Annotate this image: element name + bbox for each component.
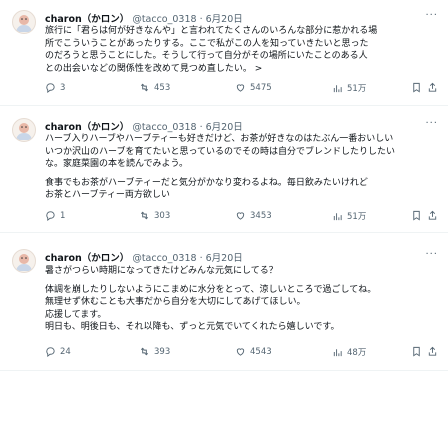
tweet-date[interactable]: 6月20日 bbox=[206, 14, 243, 25]
views-button[interactable]: 51万 bbox=[332, 82, 366, 94]
tweet-line: ハーブ入りハーブやハーブティーも好きだけど、お茶が好きなのはたぶん一番おいしい bbox=[45, 134, 394, 144]
views-count: 51万 bbox=[347, 212, 367, 222]
share-icon bbox=[428, 210, 437, 220]
retweet-icon bbox=[140, 211, 149, 220]
retweet-count: 453 bbox=[154, 82, 171, 93]
reply-button[interactable]: 24 bbox=[45, 346, 71, 357]
retweet-button[interactable]: 303 bbox=[139, 210, 170, 221]
tweet-date[interactable]: 6月20日 bbox=[206, 253, 243, 264]
tweet-header: charon（かロン） @tacco_0318 · 6月20日 bbox=[45, 250, 243, 264]
views-icon bbox=[333, 348, 342, 356]
share-icon bbox=[428, 346, 437, 356]
reply-button[interactable]: 1 bbox=[45, 210, 65, 221]
avatar[interactable] bbox=[12, 118, 36, 142]
views-count: 48万 bbox=[347, 348, 367, 358]
share-button[interactable] bbox=[427, 346, 438, 357]
tweet-line: 無理せず休むことも大事だから自分を大切にしてあげてほしい。 bbox=[45, 297, 306, 308]
tweet-line: お茶とハーブティー両方欲しい bbox=[45, 190, 170, 201]
tweet-text: ハーブ入りハーブやハーブティーも好きだけど、お茶が好きなのはたぶん一番おいしい … bbox=[45, 133, 437, 202]
tweet-text: 旅行に「君らは何が好きなんや」と言われてたくさんのいろんな部分に惹かれる場 所で… bbox=[45, 25, 437, 75]
separator-dot: · bbox=[199, 122, 203, 133]
bookmark-icon bbox=[413, 82, 420, 93]
user-handle[interactable]: @tacco_0318 bbox=[132, 253, 196, 264]
tweet-line: 所でこういうことがあったりする。ここで私がこの人を知っていきたいと思った bbox=[45, 38, 369, 49]
tweet-header: charon（かロン） @tacco_0318 · 6月20日 bbox=[45, 11, 243, 25]
views-button[interactable]: 48万 bbox=[332, 346, 366, 358]
avatar-icon bbox=[16, 15, 32, 32]
more-options-button[interactable]: ··· bbox=[425, 118, 438, 129]
reply-count: 3 bbox=[60, 82, 66, 93]
retweet-icon bbox=[140, 83, 149, 92]
tweet-line: な。家庭菜園の本を読んでみよう。 bbox=[45, 159, 189, 170]
like-count: 5475 bbox=[250, 82, 272, 93]
tweet-line: 旅行に「君らは何が好きなんや」と言われてたくさんのいろんな部分に惹かれる場 bbox=[45, 26, 378, 36]
like-count: 4543 bbox=[250, 346, 272, 357]
bookmark-icon bbox=[413, 346, 420, 357]
bookmark-button[interactable] bbox=[411, 210, 422, 221]
display-name[interactable]: charon（かロン） bbox=[45, 122, 129, 133]
retweet-count: 303 bbox=[154, 210, 171, 221]
avatar-icon bbox=[16, 123, 32, 140]
retweet-count: 393 bbox=[154, 346, 171, 357]
user-handle[interactable]: @tacco_0318 bbox=[132, 14, 196, 25]
tweet-line: との出会いなどの関係性を改めて見つめ直したい。 > bbox=[45, 63, 263, 74]
bookmark-button[interactable] bbox=[411, 346, 422, 357]
tweet[interactable]: charon（かロン） @tacco_0318 · 6月20日 ··· 旅行に「… bbox=[0, 0, 448, 121]
separator-dot: · bbox=[199, 253, 203, 264]
views-icon bbox=[333, 84, 342, 92]
like-button[interactable]: 4543 bbox=[235, 346, 272, 357]
tweet-date[interactable]: 6月20日 bbox=[206, 122, 243, 133]
avatar[interactable] bbox=[12, 249, 36, 273]
avatar-icon bbox=[16, 254, 32, 271]
tweet-separator bbox=[0, 370, 448, 371]
more-options-button[interactable]: ··· bbox=[425, 249, 438, 260]
like-icon bbox=[236, 348, 245, 356]
reply-button[interactable]: 3 bbox=[45, 82, 65, 93]
like-icon bbox=[236, 212, 245, 220]
reply-icon bbox=[46, 83, 55, 93]
retweet-icon bbox=[140, 347, 149, 356]
retweet-button[interactable]: 453 bbox=[139, 82, 170, 93]
tweet-line: 暑さがつらい時期になってきたけどみんな元気にしてる？ bbox=[45, 266, 278, 276]
separator-dot: · bbox=[199, 14, 203, 25]
tweet-line: 明日も、明後日も、それ以降も、ずっと元気でいてくれたら嬉しいです。 bbox=[45, 322, 340, 333]
avatar[interactable] bbox=[12, 10, 36, 34]
reply-count: 24 bbox=[60, 346, 71, 357]
views-count: 51万 bbox=[347, 84, 367, 94]
tweet-line: いつか沢山のハーブを育てたいと思っているのでその時は自分でブレンドしたりしたい bbox=[45, 146, 396, 157]
reply-icon bbox=[46, 211, 55, 221]
tweet-text: 暑さがつらい時期になってきたけどみんな元気にしてる？ 体調を崩したりしないように… bbox=[45, 265, 437, 334]
tweet-actions: 24 393 4543 48万 bbox=[45, 346, 437, 360]
bookmark-button[interactable] bbox=[411, 82, 422, 93]
tweet-line: 応援してます。 bbox=[45, 309, 107, 320]
tweet-line: 食事でもお茶がハーブティーだと気分がかなり変わるよね。毎日飲みたいけれど bbox=[45, 177, 368, 188]
share-icon bbox=[428, 82, 437, 92]
like-icon bbox=[236, 84, 245, 92]
tweet-header: charon（かロン） @tacco_0318 · 6月20日 bbox=[45, 119, 243, 133]
reply-icon bbox=[46, 347, 55, 357]
like-count: 3453 bbox=[250, 210, 272, 221]
tweet-line: 体調を崩したりしないようにこまめに水分をとって、涼しいところで過ごしてね。 bbox=[45, 284, 377, 295]
like-button[interactable]: 3453 bbox=[235, 210, 272, 221]
timeline-feed: charon（かロン） @tacco_0318 · 6月20日 ··· 旅行に「… bbox=[0, 0, 448, 435]
tweet[interactable]: charon（かロン） @tacco_0318 · 6月20日 ··· 暑さがつ… bbox=[0, 233, 448, 435]
share-button[interactable] bbox=[427, 210, 438, 221]
more-options-button[interactable]: ··· bbox=[425, 10, 438, 21]
views-icon bbox=[333, 212, 342, 220]
tweet-actions: 1 303 3453 51万 bbox=[45, 210, 437, 224]
reply-count: 1 bbox=[60, 210, 66, 221]
like-button[interactable]: 5475 bbox=[235, 82, 272, 93]
share-button[interactable] bbox=[427, 82, 438, 93]
retweet-button[interactable]: 393 bbox=[139, 346, 170, 357]
user-handle[interactable]: @tacco_0318 bbox=[132, 122, 196, 133]
tweet-line: のだろうと思うことにした。そうして行って自分がその場所にいたことのある人 bbox=[45, 51, 368, 62]
tweet-actions: 3 453 5475 51万 bbox=[45, 82, 437, 96]
display-name[interactable]: charon（かロン） bbox=[45, 14, 129, 25]
display-name[interactable]: charon（かロン） bbox=[45, 253, 129, 264]
bookmark-icon bbox=[413, 210, 420, 221]
views-button[interactable]: 51万 bbox=[332, 210, 366, 222]
